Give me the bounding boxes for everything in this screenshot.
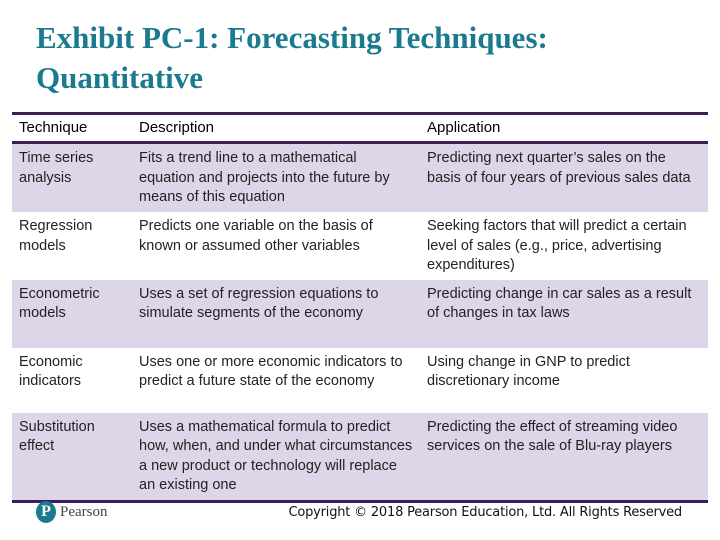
pearson-logo: P Pearson: [36, 501, 108, 523]
pearson-logo-icon: P: [36, 501, 56, 523]
header-application: Application: [420, 113, 708, 144]
table-row: Time series analysis Fits a trend line t…: [12, 142, 708, 212]
header-technique: Technique: [12, 113, 132, 144]
table-row: Economic indicators Uses one or more eco…: [12, 347, 708, 413]
technique-cell: Time series analysis: [12, 142, 132, 212]
application-cell: Seeking factors that will predict a cert…: [420, 212, 708, 280]
table-row: Econometric models Uses a set of regress…: [12, 279, 708, 348]
table-header-row: Technique Description Application: [12, 113, 708, 144]
application-cell: Predicting change in car sales as a resu…: [420, 279, 708, 348]
application-cell: Predicting next quarter’s sales on the b…: [420, 142, 708, 212]
pearson-logo-text: Pearson: [60, 503, 108, 520]
description-cell: Fits a trend line to a mathematical equa…: [132, 142, 420, 212]
technique-cell: Economic indicators: [12, 347, 132, 413]
description-cell: Uses one or more economic indicators to …: [132, 347, 420, 413]
technique-cell: Substitution effect: [12, 412, 132, 501]
technique-cell: Regression models: [12, 212, 132, 280]
table-row: Regression models Predicts one variable …: [12, 212, 708, 280]
technique-cell: Econometric models: [12, 279, 132, 348]
description-cell: Predicts one variable on the basis of kn…: [132, 212, 420, 280]
copyright-notice: Copyright © 2018 Pearson Education, Ltd.…: [288, 505, 682, 520]
slide-title: Exhibit PC-1: Forecasting Techniques: Qu…: [36, 20, 548, 95]
description-cell: Uses a mathematical formula to predict h…: [132, 412, 420, 501]
application-cell: Using change in GNP to predict discretio…: [420, 347, 708, 413]
application-cell: Predicting the effect of streaming video…: [420, 412, 708, 501]
description-cell: Uses a set of regression equations to si…: [132, 279, 420, 348]
forecasting-techniques-table: Technique Description Application Time s…: [12, 112, 708, 503]
table-row: Substitution effect Uses a mathematical …: [12, 412, 708, 501]
header-description: Description: [132, 113, 420, 144]
